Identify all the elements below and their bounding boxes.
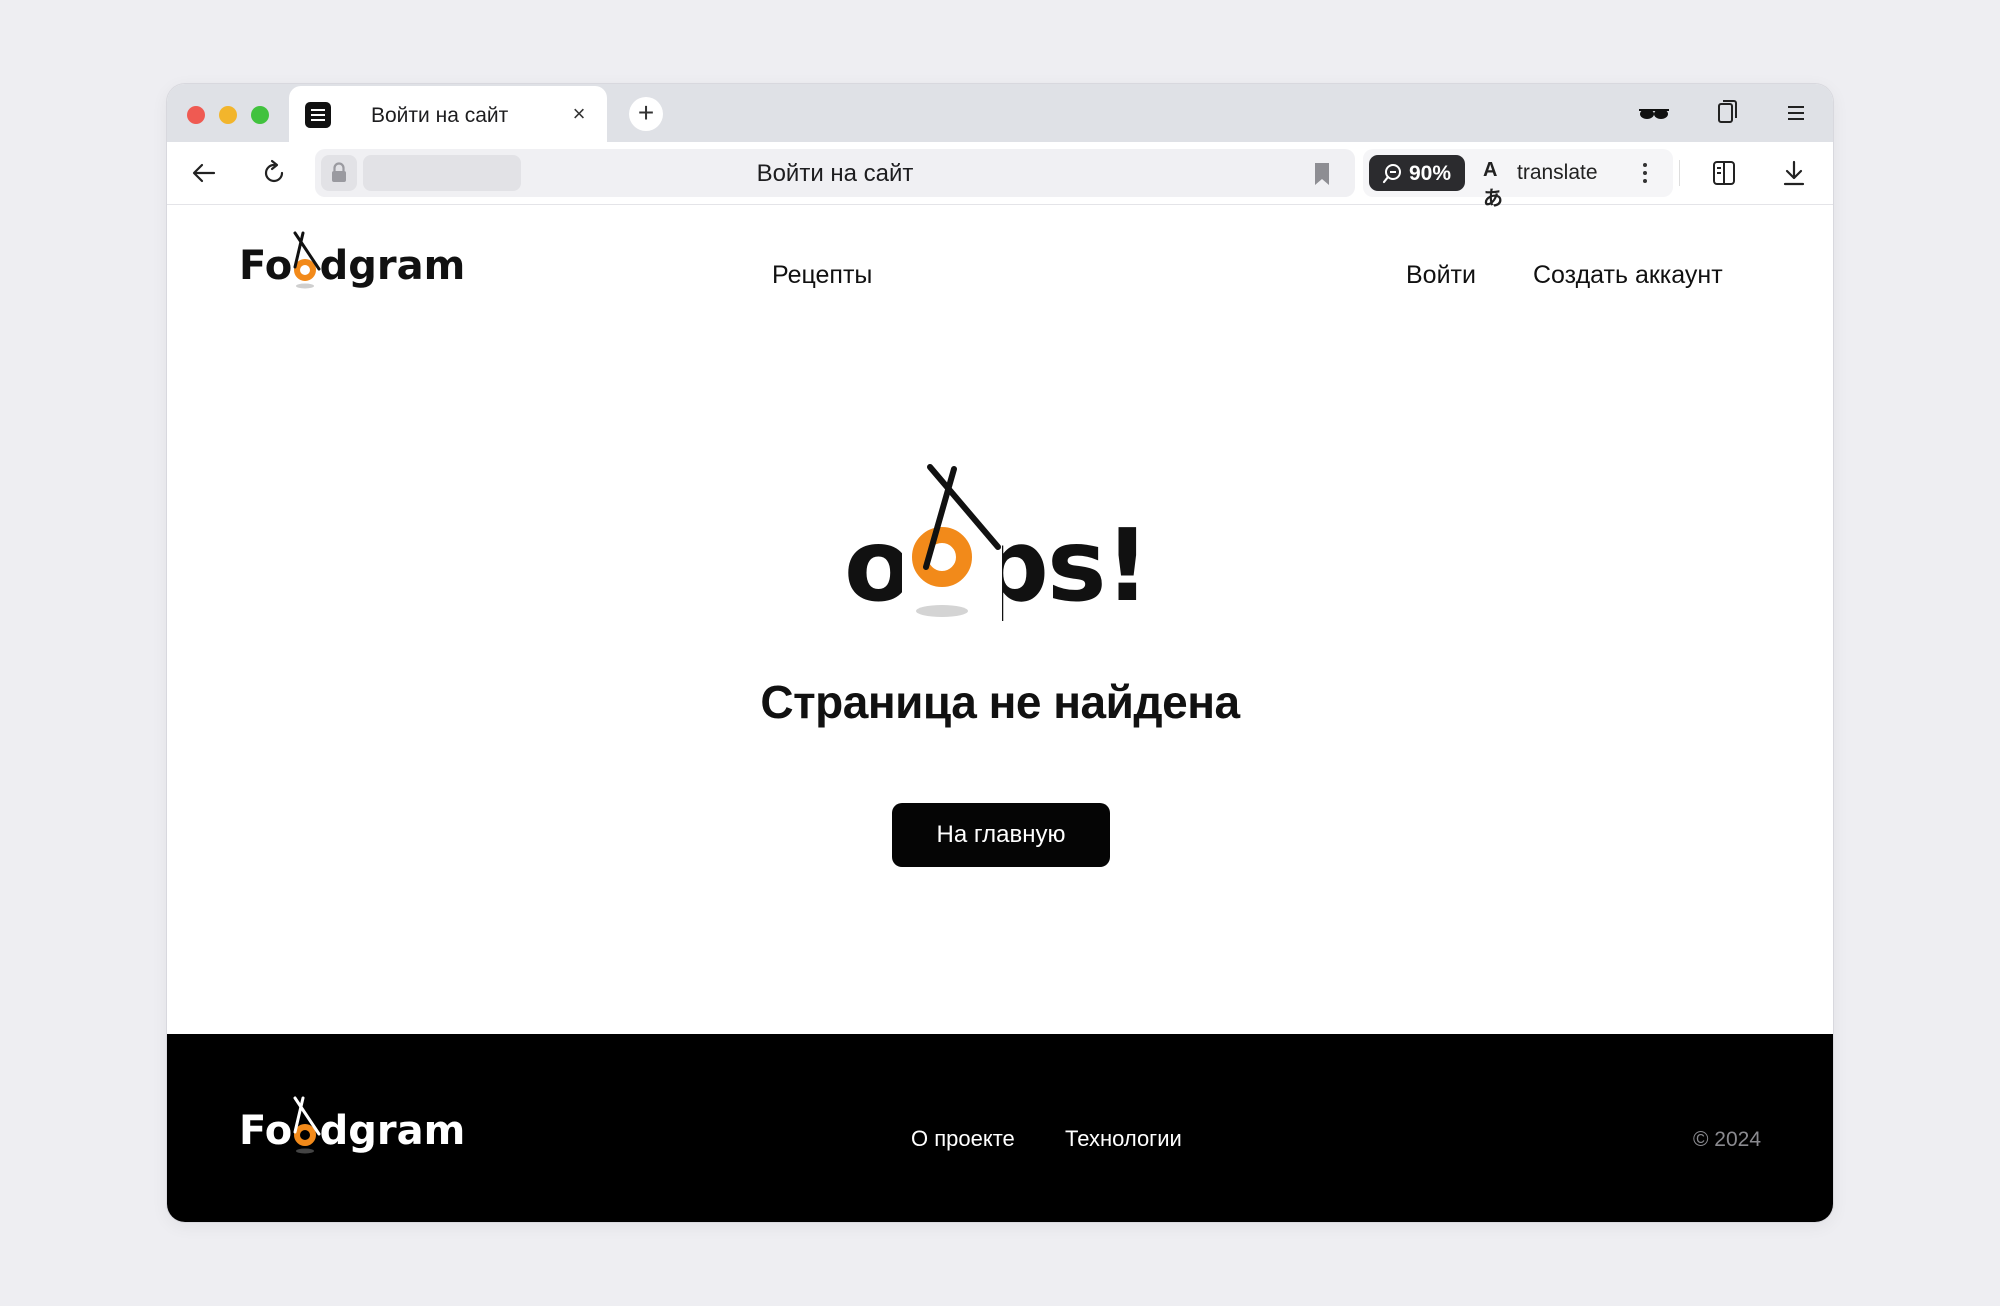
nav-recipes-link[interactable]: Рецепты — [772, 261, 872, 290]
foodgram-logo[interactable]: Foodgram — [239, 225, 465, 295]
close-window-button[interactable] — [187, 106, 205, 124]
extensions-group: 90% Aあ translate — [1363, 149, 1673, 210]
new-tab-button[interactable]: + — [629, 97, 663, 131]
footer-logo-text: Foodgram — [239, 1108, 465, 1154]
oops-illustration: oops! — [844, 464, 1150, 625]
tab-title: Войти на сайт — [371, 104, 509, 127]
logo-text: Foodgram — [239, 243, 465, 289]
favicon-icon — [305, 102, 331, 128]
footer-copyright: © 2024 — [1692, 1128, 1761, 1151]
bookmark-icon[interactable] — [1311, 161, 1333, 187]
footer-foodgram-logo[interactable]: Foodgram — [239, 1090, 465, 1160]
browser-toolbar: Войти на сайт 90% Aあ translate — [167, 142, 1833, 210]
translate-button[interactable]: translate — [1517, 161, 1598, 185]
toolbar-separator — [1679, 160, 1680, 186]
address-bar[interactable]: Войти на сайт — [315, 149, 1355, 197]
back-arrow-icon[interactable] — [187, 156, 221, 190]
translate-icon[interactable]: Aあ — [1483, 159, 1511, 210]
zoom-icon — [1382, 164, 1401, 184]
site-footer: Foodgram О проекте Технологии © 2024 — [167, 1034, 1833, 1222]
footer-about-link[interactable]: О проекте — [911, 1126, 1015, 1152]
minimize-window-button[interactable] — [219, 106, 237, 124]
nav-login-link[interactable]: Войти — [1406, 261, 1476, 290]
reload-icon[interactable] — [257, 156, 291, 190]
tab-collections-icon[interactable] — [1709, 98, 1743, 128]
go-home-button[interactable]: На главную — [892, 803, 1110, 867]
download-icon[interactable] — [1777, 156, 1811, 190]
tab-strip: Войти на сайт × + — [167, 84, 1833, 142]
browser-window: Войти на сайт × + Войти на сайт 90% Aあ t… — [167, 84, 1833, 1222]
tab-close-icon[interactable]: × — [565, 100, 593, 128]
more-vertical-icon[interactable] — [1635, 157, 1655, 189]
reading-mode-icon[interactable] — [1707, 156, 1741, 190]
incognito-glasses-icon[interactable] — [1637, 98, 1671, 128]
menu-icon[interactable] — [1779, 98, 1813, 128]
not-found-title: Страница не найдена — [760, 676, 1240, 728]
footer-tech-link[interactable]: Технологии — [1065, 1126, 1182, 1152]
maximize-window-button[interactable] — [251, 106, 269, 124]
address-page-title: Войти на сайт — [756, 160, 914, 187]
zoom-level: 90% — [1409, 162, 1452, 185]
tab-active[interactable]: Войти на сайт × — [289, 86, 607, 142]
zoom-button[interactable]: 90% — [1369, 155, 1465, 191]
nav-signup-link[interactable]: Создать аккаунт — [1533, 261, 1723, 290]
page-viewport: Foodgram Рецепты Войти Создать аккаунт o… — [167, 205, 1833, 1222]
